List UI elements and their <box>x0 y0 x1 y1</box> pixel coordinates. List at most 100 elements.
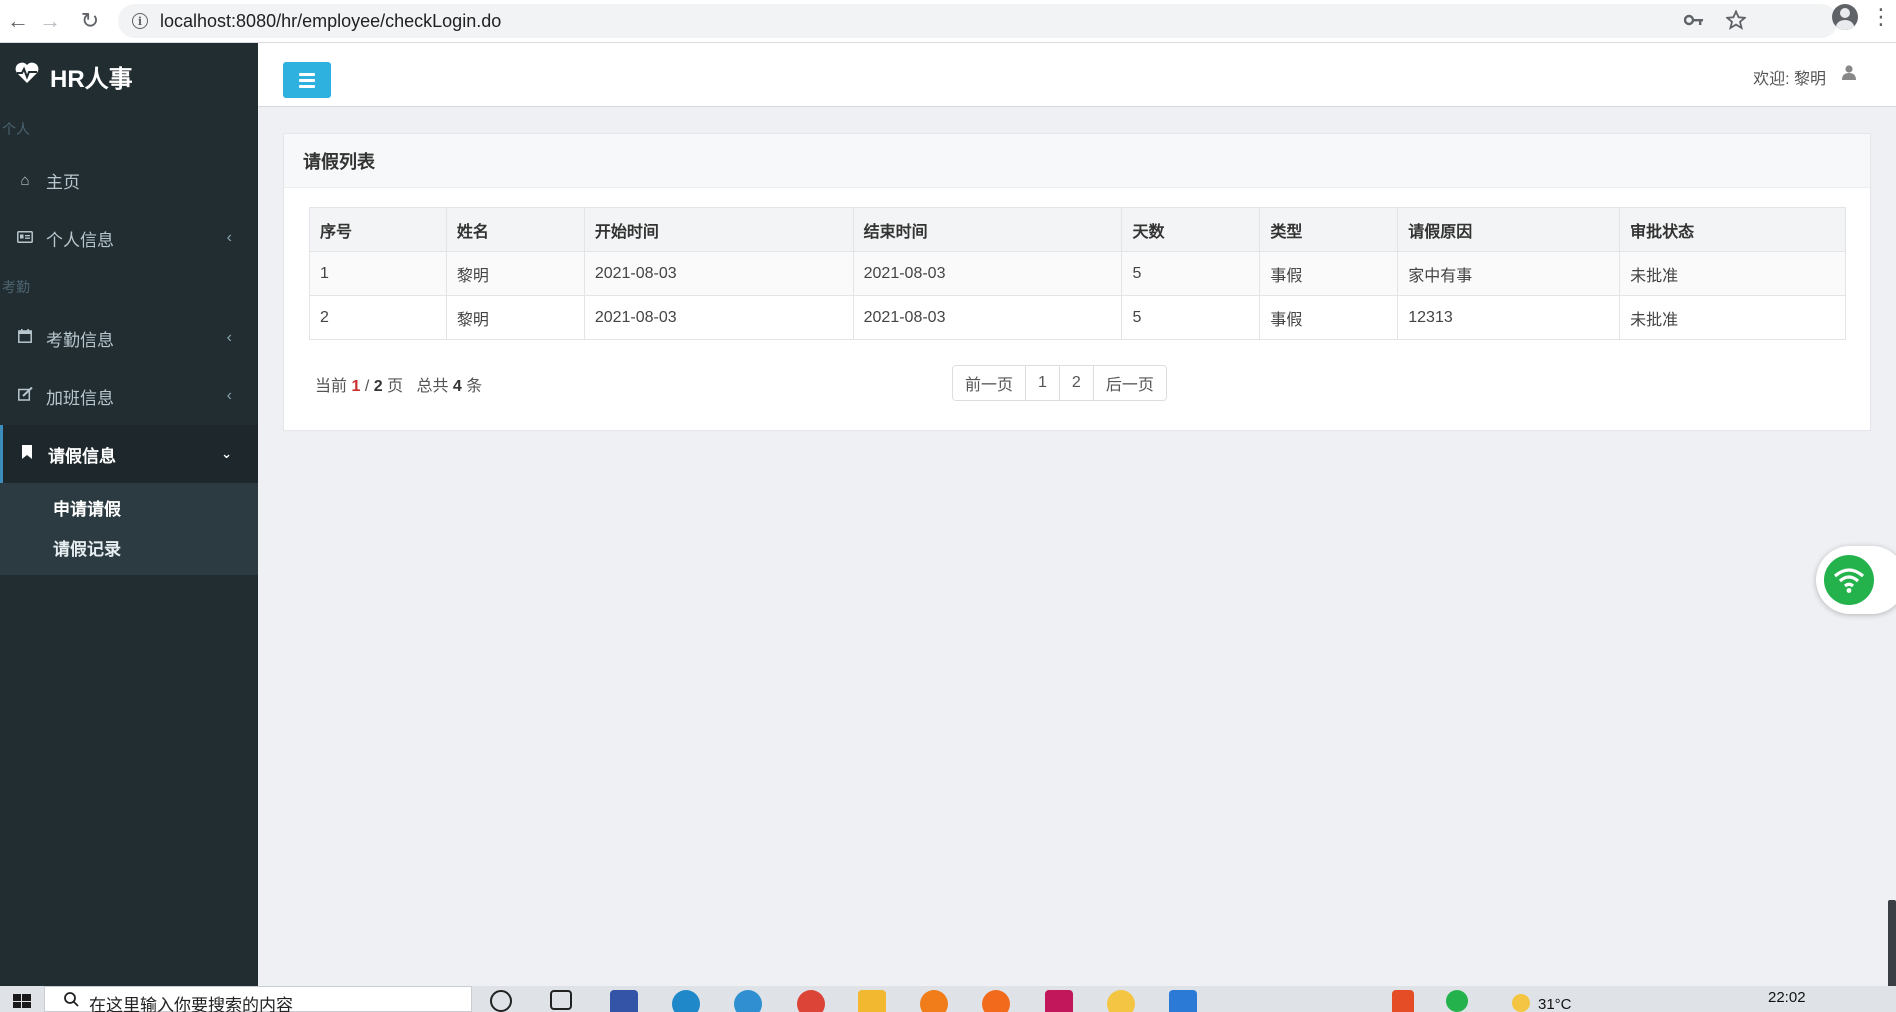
browser-menu-icon[interactable]: ⋮ <box>1870 6 1892 28</box>
table-cell: 5 <box>1121 295 1261 340</box>
section-header-personal: 个人 <box>2 121 30 137</box>
page-button-2[interactable]: 2 <box>1059 366 1094 400</box>
bookmark-star-icon[interactable] <box>1726 10 1746 30</box>
weather-icon[interactable] <box>1512 994 1530 1012</box>
sidebar-item-personal-info[interactable]: 个人信息 ‹ <box>0 209 258 267</box>
address-bar[interactable]: i localhost:8080/hr/employee/checkLogin.… <box>118 4 1838 38</box>
table-cell: 2021-08-03 <box>852 295 1123 340</box>
browser-icon-2[interactable] <box>734 990 762 1012</box>
app-icon-orange-2[interactable] <box>982 990 1010 1012</box>
heartbeat-icon <box>14 62 40 91</box>
table-cell: 未批准 <box>1619 295 1846 340</box>
leave-submenu: 申请请假 请假记录 <box>0 483 258 575</box>
sidebar-item-leave-info[interactable]: 请假信息 ⌄ <box>0 425 258 483</box>
app-icon-orange-1[interactable] <box>920 990 948 1012</box>
current-page: 1 <box>351 378 361 395</box>
taskbar-search-input[interactable]: 在这里输入你要搜索的内容 <box>44 986 472 1012</box>
sidebar-item-attendance-info[interactable]: 考勤信息 ‹ <box>0 309 258 367</box>
submenu-item-apply-leave[interactable]: 申请请假 <box>0 487 258 527</box>
cortana-icon[interactable] <box>490 990 512 1012</box>
chevron-left-icon: ‹ <box>226 387 232 404</box>
table-cell: 黎明 <box>445 251 585 296</box>
table-row: 2 黎明 2021-08-03 2021-08-03 5 事假 12313 未批… <box>309 295 1846 340</box>
page-word: 页 <box>387 378 404 395</box>
sidebar-item-home[interactable]: ⌂ 主页 <box>0 151 258 209</box>
count-word: 条 <box>466 378 483 395</box>
column-header: 序号 <box>309 207 447 252</box>
prev-page-button[interactable]: 前一页 <box>953 366 1027 400</box>
reload-button[interactable]: ↻ <box>72 3 108 39</box>
column-header: 天数 <box>1121 207 1261 252</box>
app-logo[interactable]: HR人事 <box>0 43 258 109</box>
table-cell: 2021-08-03 <box>852 251 1123 296</box>
windows-taskbar: 在这里输入你要搜索的内容 31°C 22:02 <box>0 986 1896 1012</box>
temperature-text: 31°C <box>1538 996 1572 1012</box>
table-cell: 事假 <box>1259 295 1399 340</box>
app-icon-1[interactable] <box>610 990 638 1012</box>
taskbar-clock[interactable]: 22:02 <box>1768 989 1806 1006</box>
edge-icon[interactable] <box>672 990 700 1012</box>
table-cell: 黎明 <box>445 295 585 340</box>
sidebar-item-label: 加班信息 <box>46 388 114 408</box>
user-icon[interactable] <box>1842 65 1856 85</box>
column-header: 审批状态 <box>1619 207 1846 252</box>
leave-table: 序号 姓名 开始时间 结束时间 天数 类型 请假原因 审批状态 1 黎明 202… <box>309 207 1846 340</box>
scroll-handle[interactable] <box>1888 900 1896 990</box>
sidebar: HR人事 个人 ⌂ 主页 个人信息 ‹ 考勤 考勤信息 ‹ 加班信息 ‹ 请假信… <box>0 43 258 986</box>
home-icon: ⌂ <box>20 171 30 189</box>
search-placeholder: 在这里输入你要搜索的内容 <box>89 996 293 1012</box>
floating-network-widget[interactable] <box>1816 546 1896 614</box>
sidebar-item-label: 请假信息 <box>48 446 116 466</box>
profile-avatar-icon[interactable] <box>1832 4 1858 30</box>
html5-icon[interactable] <box>1392 990 1414 1012</box>
wifi-icon <box>1824 555 1874 605</box>
table-cell: 5 <box>1121 251 1261 296</box>
box-title: 请假列表 <box>284 134 1870 188</box>
table-header-row: 序号 姓名 开始时间 结束时间 天数 类型 请假原因 审批状态 <box>309 207 1846 252</box>
table-cell: 2021-08-03 <box>583 295 854 340</box>
column-header: 姓名 <box>445 207 585 252</box>
submenu-item-leave-records[interactable]: 请假记录 <box>0 527 258 567</box>
page-info-prefix: 当前 <box>315 378 348 395</box>
chrome-icon[interactable] <box>797 990 825 1012</box>
id-card-icon <box>16 230 34 247</box>
chevron-down-icon: ⌄ <box>221 446 232 461</box>
site-info-icon[interactable]: i <box>132 13 148 29</box>
total-pages: 2 <box>373 378 383 395</box>
url-text: localhost:8080/hr/employee/checkLogin.do <box>160 10 502 31</box>
total-count: 4 <box>452 378 462 395</box>
key-icon[interactable] <box>1684 13 1704 27</box>
total-prefix: 总共 <box>416 378 449 395</box>
photos-icon[interactable] <box>1169 990 1197 1012</box>
next-page-button[interactable]: 后一页 <box>1093 366 1166 400</box>
leave-list-box: 请假列表 序号 姓名 开始时间 结束时间 天数 类型 请假原因 审批状态 1 黎… <box>283 133 1871 431</box>
pagination: 前一页 1 2 后一页 <box>952 365 1167 401</box>
column-header: 结束时间 <box>852 207 1123 252</box>
sidebar-item-label: 考勤信息 <box>46 330 114 350</box>
task-view-icon[interactable] <box>550 990 572 1010</box>
calendar-icon <box>16 329 34 347</box>
column-header: 请假原因 <box>1397 207 1621 252</box>
table-cell: 2021-08-03 <box>583 251 854 296</box>
bookmark-icon <box>18 445 36 463</box>
tray-wifi-icon[interactable] <box>1446 990 1468 1012</box>
page-separator: / <box>364 378 370 395</box>
intellij-icon[interactable] <box>1045 990 1073 1012</box>
app-icon-yellow[interactable] <box>1107 990 1135 1012</box>
table-row: 1 黎明 2021-08-03 2021-08-03 5 事假 家中有事 未批准 <box>309 251 1846 296</box>
table-cell: 家中有事 <box>1397 251 1621 296</box>
page-button-1[interactable]: 1 <box>1026 366 1060 400</box>
folder-icon[interactable] <box>858 990 886 1012</box>
column-header: 开始时间 <box>583 207 854 252</box>
windows-start-icon[interactable] <box>0 986 44 1012</box>
sidebar-item-overtime-info[interactable]: 加班信息 ‹ <box>0 367 258 425</box>
search-icon <box>63 991 79 1012</box>
section-header-attendance: 考勤 <box>2 279 30 295</box>
sidebar-toggle-button[interactable] <box>283 62 331 98</box>
app-title: HR人事 <box>50 65 133 93</box>
table-cell: 未批准 <box>1619 251 1846 296</box>
table-cell: 事假 <box>1259 251 1399 296</box>
forward-button[interactable]: → <box>32 3 68 39</box>
table-cell: 2 <box>309 295 447 340</box>
back-button[interactable]: ← <box>0 3 36 39</box>
